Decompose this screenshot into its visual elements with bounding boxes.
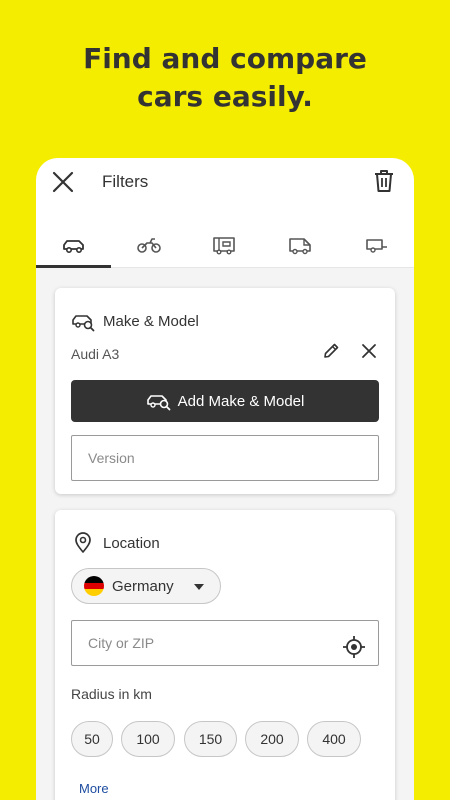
add-make-model-button[interactable]: Add Make & Model: [71, 380, 379, 422]
car-search-icon: [146, 395, 171, 411]
tab-car[interactable]: [36, 222, 112, 268]
locate-me-button[interactable]: [342, 632, 366, 658]
radius-chip[interactable]: 200: [245, 721, 299, 757]
location-pin-icon: [75, 532, 91, 553]
delete-filters-button[interactable]: [372, 168, 396, 194]
pencil-icon: [324, 343, 339, 358]
tab-van[interactable]: [262, 222, 338, 267]
vehicle-type-tabs: [36, 222, 414, 268]
headline: Find and compare cars easily.: [0, 40, 450, 116]
city-zip-input[interactable]: City or ZIP: [71, 620, 379, 666]
trailer-icon: [366, 238, 387, 253]
add-make-model-label: Add Make & Model: [177, 392, 305, 410]
country-label: Germany: [112, 577, 174, 595]
location-card: Location Germany City or ZIP Radius in k…: [55, 510, 395, 800]
car-icon: [63, 239, 84, 253]
headline-line-2: cars easily.: [137, 80, 313, 113]
location-title: Location: [103, 534, 160, 552]
tab-trailer[interactable]: [338, 222, 414, 267]
make-model-title: Make & Model: [103, 312, 199, 330]
close-icon: [362, 344, 376, 358]
crosshair-icon: [343, 636, 365, 658]
car-search-icon: [72, 315, 95, 332]
radius-label: Radius in km: [71, 686, 152, 702]
country-select[interactable]: Germany: [71, 568, 221, 604]
motorhome-icon: [213, 236, 235, 254]
close-button[interactable]: [50, 169, 76, 195]
caret-down-icon: [194, 584, 204, 590]
motorbike-icon: [137, 237, 161, 253]
van-icon: [289, 237, 311, 254]
top-bar: Filters: [36, 158, 414, 206]
edit-model-button[interactable]: [321, 341, 341, 361]
germany-flag-icon: [84, 576, 104, 596]
trash-icon: [375, 170, 393, 192]
radius-chip[interactable]: 100: [121, 721, 175, 757]
more-radius-link[interactable]: More: [79, 781, 109, 796]
version-input[interactable]: Version: [71, 435, 379, 481]
radius-chip[interactable]: 50: [71, 721, 113, 757]
version-placeholder: Version: [88, 450, 135, 466]
headline-line-1: Find and compare: [83, 42, 367, 75]
make-model-header: Make & Model: [71, 310, 199, 332]
radius-chip[interactable]: 150: [184, 721, 237, 757]
make-model-card: Make & Model Audi A3 Add Make & Model Ve…: [55, 288, 395, 494]
location-header: Location: [71, 532, 160, 554]
selected-model: Audi A3: [71, 346, 120, 362]
tab-motorhome[interactable]: [186, 222, 262, 267]
page-title: Filters: [102, 172, 149, 191]
phone-screen: Filters Make & Model Audi A3 Add Make & …: [36, 158, 414, 800]
remove-model-button[interactable]: [359, 341, 379, 361]
close-icon: [52, 171, 74, 193]
city-zip-placeholder: City or ZIP: [88, 635, 155, 651]
filters-content: Make & Model Audi A3 Add Make & Model Ve…: [36, 268, 414, 800]
tab-motorbike[interactable]: [111, 222, 187, 267]
radius-chip[interactable]: 400: [307, 721, 361, 757]
